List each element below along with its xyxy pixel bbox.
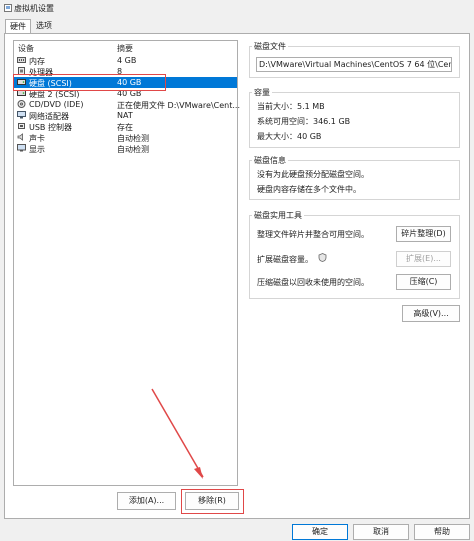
compact-button[interactable]: 压缩(C) [396, 274, 451, 290]
sound-card-icon [17, 133, 23, 141]
advanced-button[interactable]: 高级(V)... [402, 305, 460, 322]
ok-button[interactable]: 确定 [292, 524, 348, 540]
disk-info-line-2: 硬盘内容存储在多个文件中。 [257, 185, 361, 194]
device-summary: 4 GB [117, 56, 137, 65]
highlight-box-hard-disk [13, 74, 166, 91]
defragment-button[interactable]: 碎片整理(D) [396, 226, 451, 242]
tab-options[interactable]: 选项 [32, 19, 56, 33]
device-row-cd-dvd[interactable]: CD/DVD (IDE) 正在使用文件 D:\VMware\Cent... [14, 99, 240, 110]
device-row-memory[interactable]: 内存 4 GB [14, 55, 237, 66]
tab-hardware[interactable]: 硬件 [5, 19, 31, 34]
disk-file-path-field[interactable]: D:\VMware\Virtual Machines\CentOS 7 64 位… [256, 57, 452, 72]
disk-utilities-title: 磁盘实用工具 [252, 210, 304, 221]
annotation-arrow-icon [151, 388, 204, 479]
device-row-usb-controller[interactable]: USB 控制器 存在 [14, 121, 237, 132]
system-free-space-text: 系统可用空间：346.1 GB [257, 117, 351, 126]
disk-info-line-1: 没有为此硬盘预分配磁盘空间。 [257, 170, 369, 179]
display-icon [17, 144, 26, 152]
vm-settings-icon [4, 4, 12, 12]
summary-column-header[interactable]: 摘要 [117, 43, 133, 54]
cancel-button[interactable]: 取消 [353, 524, 409, 540]
shield-icon [318, 253, 327, 262]
device-row-network-adapter[interactable]: 网络适配器 NAT [14, 110, 237, 121]
device-name: CD/DVD (IDE) [29, 100, 84, 109]
current-size-text: 当前大小：5.1 MB [257, 102, 325, 111]
memory-icon [17, 57, 26, 63]
device-summary: 自动检测 [117, 145, 149, 154]
highlight-box-remove-button [181, 489, 244, 514]
device-row-sound-card[interactable]: 声卡 自动检测 [14, 132, 237, 143]
disk-file-title: 磁盘文件 [252, 41, 288, 52]
expand-description: 扩展磁盘容量。 [257, 255, 313, 264]
add-device-button[interactable]: 添加(A)... [117, 492, 176, 510]
max-size-text: 最大大小：40 GB [257, 132, 322, 141]
cd-dvd-icon [17, 100, 26, 108]
capacity-title: 容量 [252, 87, 272, 98]
network-adapter-icon [17, 111, 26, 119]
device-row-display[interactable]: 显示 自动检测 [14, 143, 237, 154]
device-column-header[interactable]: 设备 [18, 43, 34, 54]
defrag-description: 整理文件碎片并整合可用空间。 [257, 230, 369, 239]
expand-button[interactable]: 扩展(E)... [396, 251, 451, 267]
disk-info-title: 磁盘信息 [252, 155, 288, 166]
device-name: 显示 [29, 145, 45, 154]
compact-description: 压缩磁盘以回收未使用的空间。 [257, 278, 369, 287]
title-bar [0, 0, 474, 18]
window-title: 虚拟机设置 [14, 4, 54, 13]
usb-icon [18, 123, 25, 129]
help-button[interactable]: 帮助 [414, 524, 470, 540]
device-summary: NAT [117, 111, 133, 120]
